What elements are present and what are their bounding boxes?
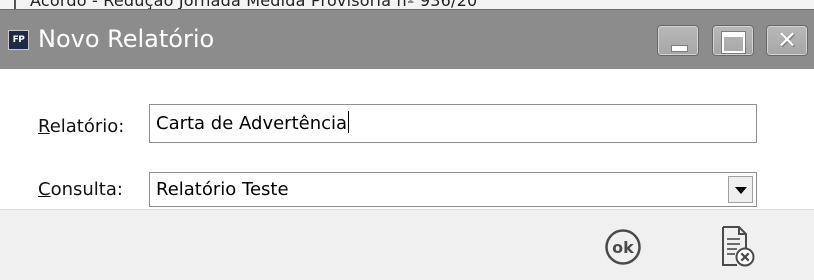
title-bar[interactable]: FP Novo Relatório ✕ [0,9,814,69]
maximize-icon [722,32,745,53]
consulta-selected-value: Relatório Teste [156,179,289,200]
background-row-marker [14,0,16,9]
background-window-text: Acordo - Redução Jornada Medida Provisór… [30,0,477,9]
relatorio-label-text: elatório: [49,116,125,137]
relatorio-label-accesskey: R [38,116,50,137]
close-icon: ✕ [776,26,798,54]
minimize-button[interactable] [657,25,699,56]
close-button[interactable]: ✕ [766,25,808,56]
background-window-strip: Acordo - Redução Jornada Medida Provisór… [0,0,814,9]
dialog-screen: Acordo - Redução Jornada Medida Provisór… [0,0,814,280]
ok-circle-icon: ok [605,229,641,265]
maximize-button[interactable] [712,25,754,56]
chevron-down-icon [735,187,747,194]
consulta-label-text: onsulta: [50,179,123,200]
form-area: Relatório: Carta de Advertência Consulta… [0,69,814,209]
text-caret [348,111,350,133]
consulta-label-accesskey: C [38,179,51,200]
minimize-icon [671,45,688,52]
relatorio-input-value: Carta de Advertência [156,113,348,134]
document-cancel-icon [722,226,755,267]
relatorio-label: Relatório: [38,116,124,137]
ok-button-label: ok [612,238,634,257]
window-title: Novo Relatório [38,25,215,53]
consulta-dropdown-button[interactable] [728,176,753,203]
fp-app-icon[interactable]: FP [8,30,29,50]
ok-button[interactable]: ok [604,228,642,266]
relatorio-input[interactable]: Carta de Advertência [149,104,757,143]
footer-toolbar: ok [0,209,814,280]
cancel-button[interactable] [718,224,756,270]
consulta-select[interactable]: Relatório Teste [149,172,757,207]
consulta-label: Consulta: [38,179,123,200]
